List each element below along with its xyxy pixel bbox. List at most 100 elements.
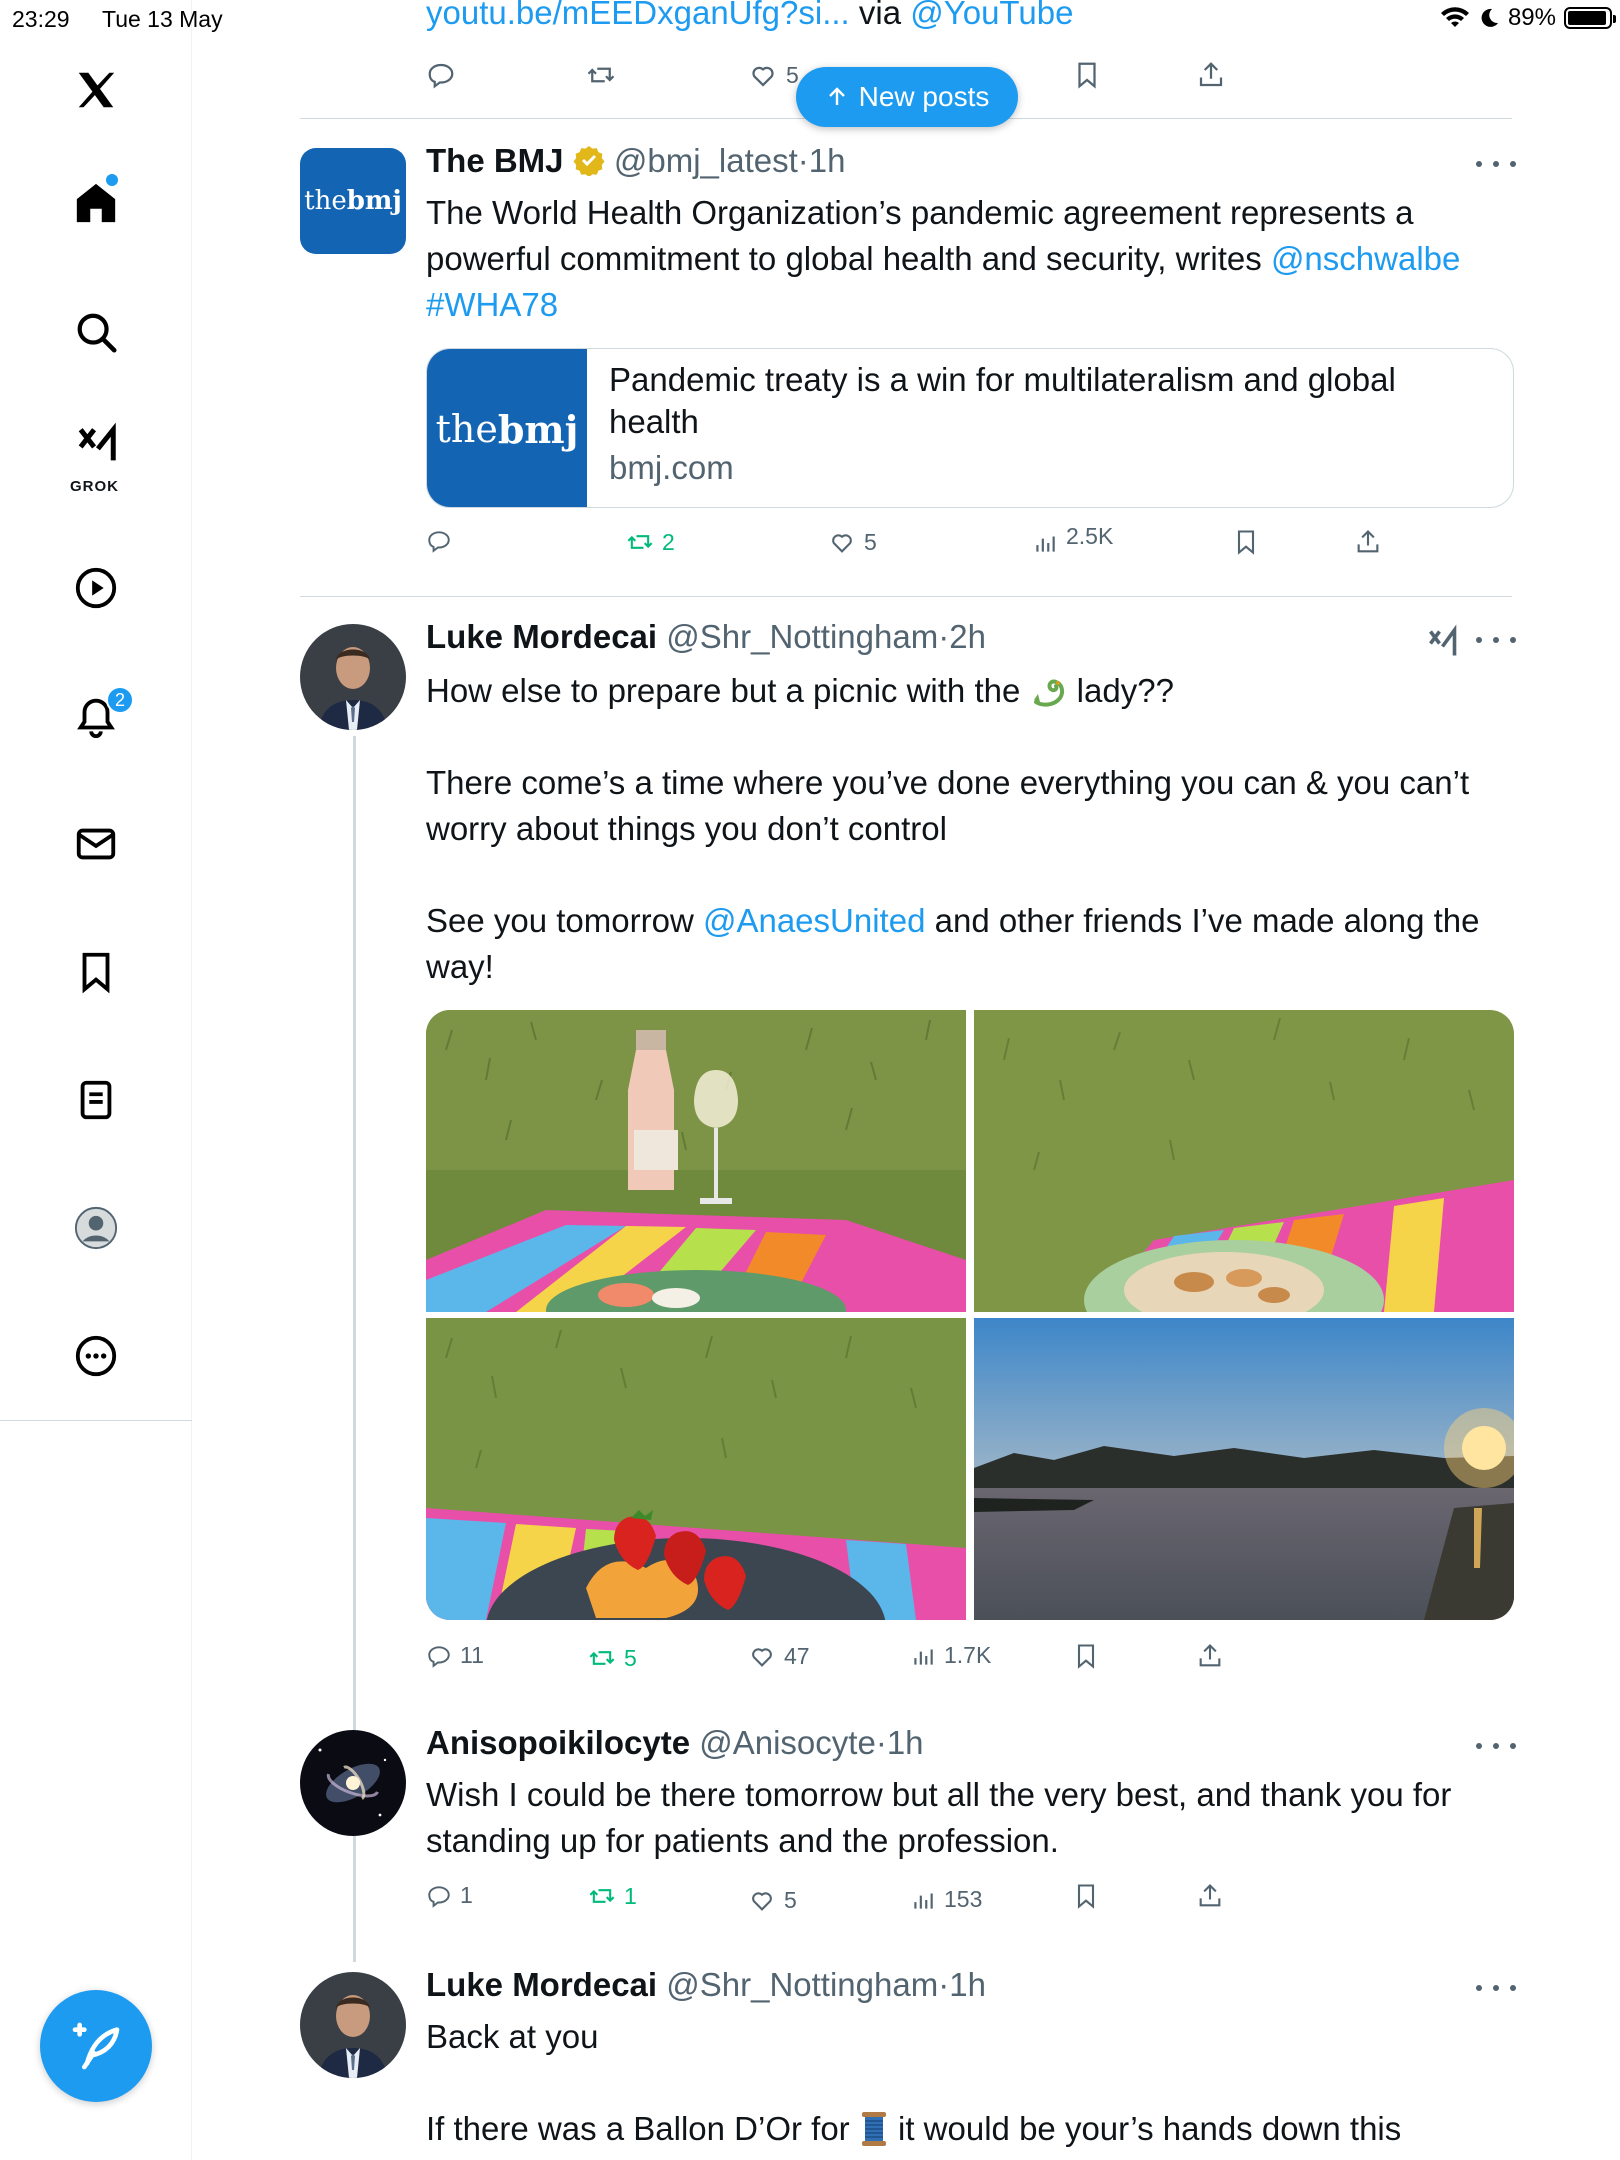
- video-icon[interactable]: [56, 548, 136, 628]
- author-name[interactable]: Luke Mordecai: [426, 618, 657, 655]
- author-name[interactable]: Luke Mordecai: [426, 1966, 657, 2003]
- bookmark-button[interactable]: [1072, 1882, 1100, 1910]
- share-button[interactable]: [1196, 1642, 1224, 1670]
- bookmarks-icon[interactable]: [56, 932, 136, 1012]
- share-button[interactable]: [1196, 1882, 1224, 1910]
- like-button[interactable]: 5: [748, 1886, 797, 1914]
- hashtag-link[interactable]: #WHA78: [426, 286, 558, 323]
- grok-icon[interactable]: [1426, 624, 1462, 660]
- repost-count: 2: [662, 528, 675, 555]
- views-count: 2.5K: [1066, 522, 1114, 549]
- author-name[interactable]: Anisopoikilocyte: [426, 1724, 690, 1761]
- tweet-time: 2h: [949, 618, 986, 655]
- thread-spool-emoji-icon: [861, 2112, 886, 2146]
- more-options-icon[interactable]: [1476, 154, 1516, 174]
- more-options-icon[interactable]: [1476, 630, 1516, 650]
- bookmark-icon: [1077, 1884, 1095, 1909]
- bookmark-button[interactable]: [1072, 60, 1102, 90]
- grok-icon[interactable]: [56, 410, 136, 480]
- messages-icon[interactable]: [56, 804, 136, 884]
- like-button[interactable]: 5: [828, 528, 877, 556]
- tweet-paragraph-2: There come’s a time where you’ve done ev…: [426, 764, 1470, 847]
- reply-count: 11: [460, 1642, 484, 1668]
- repost-button[interactable]: 1: [588, 1882, 637, 1910]
- author-handle[interactable]: @Shr_Nottingham: [666, 1966, 938, 2003]
- views-button[interactable]: 2.5K: [1032, 522, 1113, 556]
- home-icon[interactable]: [56, 163, 136, 243]
- author-handle[interactable]: @Anisocyte: [699, 1724, 876, 1761]
- picnic-photo-salad[interactable]: [974, 1010, 1514, 1312]
- more-options-icon[interactable]: [1476, 1736, 1516, 1756]
- bookmark-button[interactable]: [1232, 528, 1260, 556]
- tweet-text: The World Health Organization’s pandemic…: [426, 190, 1516, 328]
- sidebar-divider: [0, 1420, 192, 1421]
- like-button[interactable]: 5: [748, 60, 799, 90]
- like-button[interactable]: 47: [748, 1642, 810, 1670]
- tweet-header: The BMJ @bmj_latest·1h: [426, 142, 846, 179]
- avatar[interactable]: the bmj: [300, 148, 406, 254]
- card-logo-thin: the: [435, 407, 498, 451]
- reply-button[interactable]: 11: [426, 1642, 484, 1669]
- dragon-emoji-icon: [1033, 679, 1064, 707]
- status-date: Tue 13 May: [102, 6, 223, 32]
- repost-button[interactable]: 2: [626, 528, 675, 556]
- reply-button[interactable]: [426, 528, 452, 554]
- like-count: 5: [784, 1886, 797, 1913]
- compose-button[interactable]: [40, 1990, 152, 2102]
- tweet-header: Luke Mordecai @Shr_Nottingham·2h: [426, 618, 986, 655]
- profile-icon[interactable]: [56, 1188, 136, 1268]
- repost-icon: [587, 67, 615, 83]
- like-count: 5: [786, 61, 799, 88]
- wifi-icon: [1440, 7, 1469, 27]
- share-icon: [1199, 62, 1223, 87]
- link-card[interactable]: the bmj Pandemic treaty is a win for mult…: [426, 348, 1514, 508]
- picnic-photo-wine[interactable]: [426, 1010, 966, 1312]
- tweet-line-2-start: If there was a Ballon D’Or for: [426, 2110, 850, 2147]
- search-icon[interactable]: [56, 292, 136, 372]
- grok-label: GROK: [70, 478, 119, 495]
- bookmark-icon: [1237, 530, 1255, 555]
- bookmark-button[interactable]: [1072, 1642, 1100, 1670]
- card-domain: bmj.com: [609, 449, 734, 486]
- more-icon[interactable]: [56, 1316, 136, 1396]
- heart-icon: [752, 1648, 772, 1667]
- reply-button[interactable]: 1: [426, 1882, 473, 1909]
- mention-link[interactable]: @AnaesUnited: [703, 902, 925, 939]
- reply-count: 1: [460, 1882, 473, 1908]
- card-title: Pandemic treaty is a win for multilatera…: [609, 361, 1396, 440]
- mention-link[interactable]: @nschwalbe: [1271, 240, 1460, 277]
- heart-icon: [832, 534, 852, 553]
- new-posts-button[interactable]: New posts: [796, 67, 1018, 127]
- repost-button[interactable]: [586, 60, 616, 90]
- views-icon: [914, 1893, 933, 1909]
- home-unread-dot: [106, 174, 118, 186]
- share-button[interactable]: [1196, 60, 1226, 90]
- card-thumbnail: the bmj: [427, 349, 587, 507]
- repost-button[interactable]: 5: [588, 1644, 637, 1672]
- reply-button[interactable]: [426, 60, 456, 90]
- author-name[interactable]: The BMJ: [426, 142, 564, 179]
- bookmark-icon: [1078, 62, 1096, 89]
- avatar[interactable]: [300, 624, 406, 730]
- share-icon: [1199, 1644, 1221, 1667]
- battery-percent: 89%: [1507, 4, 1556, 31]
- more-options-icon[interactable]: [1476, 1978, 1516, 1998]
- picnic-photo-strawberries[interactable]: [426, 1318, 966, 1620]
- lists-icon[interactable]: [56, 1060, 136, 1140]
- bookmark-icon: [1077, 1644, 1095, 1669]
- tweet-line-1-end: lady??: [1076, 672, 1174, 709]
- reply-icon: [428, 1885, 450, 1908]
- share-button[interactable]: [1354, 528, 1382, 556]
- x-logo-icon[interactable]: [56, 50, 136, 130]
- moon-icon: [1481, 8, 1498, 27]
- views-button[interactable]: 153: [910, 1886, 982, 1913]
- like-count: 5: [864, 528, 877, 555]
- heart-icon: [752, 1892, 772, 1911]
- author-handle[interactable]: @Shr_Nottingham: [666, 618, 938, 655]
- tweet-header: Anisopoikilocyte @Anisocyte·1h: [426, 1724, 924, 1761]
- avatar[interactable]: [300, 1972, 406, 2078]
- author-handle[interactable]: @bmj_latest: [614, 142, 798, 179]
- sunset-river-photo[interactable]: [974, 1318, 1514, 1620]
- views-button[interactable]: 1.7K: [910, 1642, 991, 1669]
- avatar[interactable]: [300, 1730, 406, 1836]
